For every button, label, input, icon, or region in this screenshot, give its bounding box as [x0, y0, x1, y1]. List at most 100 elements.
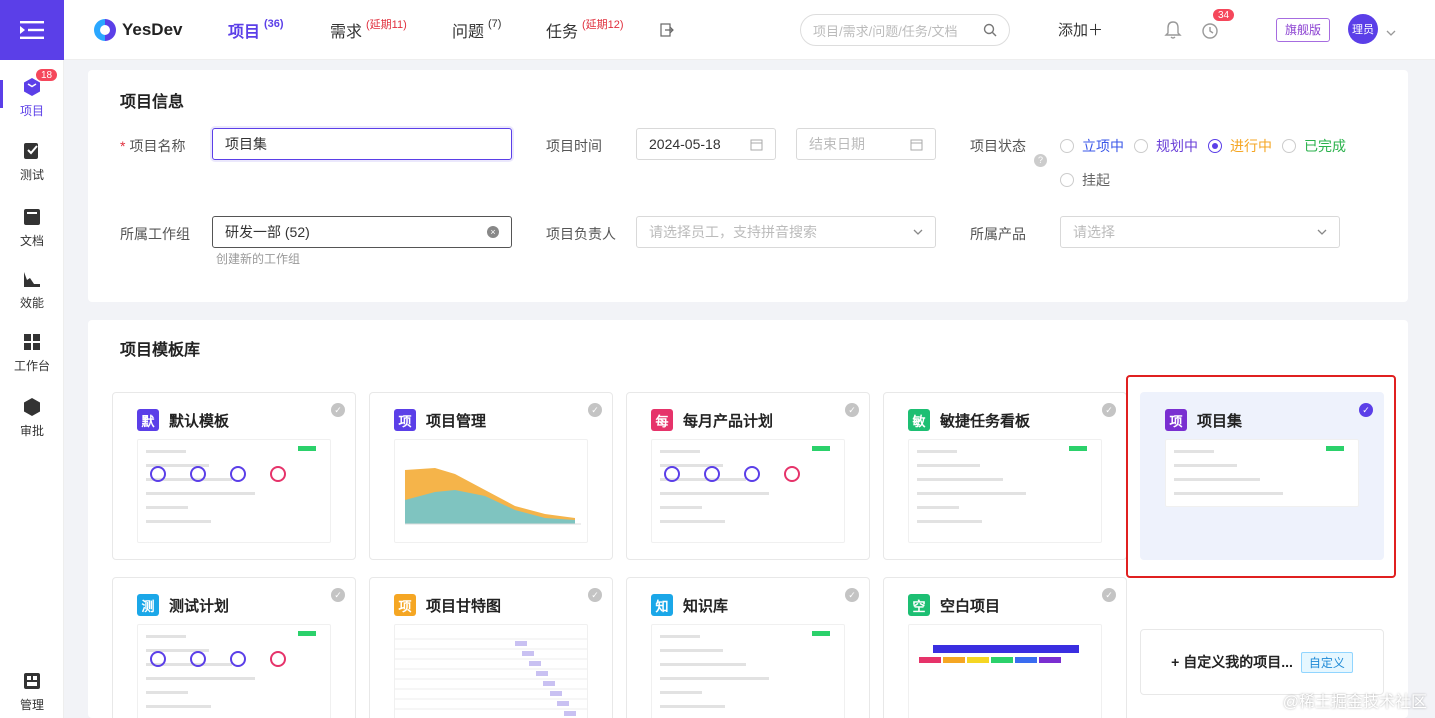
- template-icon: 敏: [908, 409, 930, 431]
- check-icon: ✓: [1102, 403, 1116, 417]
- template-card[interactable]: 项项目管理 ✓: [369, 392, 613, 560]
- template-card-header: 项项目管理: [394, 409, 486, 431]
- cube-icon: 18: [21, 68, 59, 98]
- radio-dot: [1282, 139, 1296, 153]
- custom-template-label: + 自定义我的项目...: [1171, 654, 1293, 670]
- status-radio-suspended[interactable]: 挂起: [1060, 170, 1110, 190]
- selection-highlight: [1126, 375, 1396, 578]
- sidebar-item-test[interactable]: 测试: [0, 140, 64, 183]
- template-preview-image: [651, 624, 845, 718]
- template-card-header: 项项目甘特图: [394, 594, 501, 616]
- template-preview-image: [908, 624, 1102, 718]
- nav-task[interactable]: 任务 (延期12): [546, 0, 624, 60]
- manage-icon: [21, 670, 43, 692]
- menu-icon: [20, 21, 44, 39]
- avatar[interactable]: 理员: [1348, 14, 1378, 44]
- search-placeholder: 项目/需求/问题/任务/文档: [813, 23, 958, 39]
- check-icon: ✓: [845, 403, 859, 417]
- template-icon: 每: [651, 409, 673, 431]
- logo-text: YesDev: [122, 20, 183, 39]
- template-preview-image: [137, 624, 331, 718]
- nav-count: (延期12): [582, 19, 624, 31]
- radio-label: 规划中: [1156, 138, 1198, 154]
- template-name: 项目管理: [426, 412, 487, 430]
- template-card-header: 敏敏捷任务看板: [908, 409, 1030, 431]
- help-icon[interactable]: ?: [1034, 154, 1047, 167]
- edition-badge[interactable]: 旗舰版: [1276, 18, 1331, 42]
- exit-icon[interactable]: [660, 23, 674, 40]
- template-name: 敏捷任务看板: [940, 412, 1031, 430]
- calendar-icon: [910, 139, 923, 150]
- alarm-badge: 34: [1212, 8, 1236, 22]
- nav-project[interactable]: 项目 (36): [228, 0, 284, 60]
- alarm-clock-icon[interactable]: 34: [1200, 8, 1236, 43]
- work-group-select[interactable]: 研发一部 (52) ×: [212, 216, 512, 248]
- radio-dot: [1208, 139, 1222, 153]
- watermark: @稀土掘金技术社区: [1282, 694, 1427, 711]
- template-card[interactable]: 空空白项目 ✓: [883, 577, 1127, 718]
- template-card-header: 测测试计划: [137, 594, 229, 616]
- test-icon: [21, 140, 43, 162]
- create-work-group-link[interactable]: 创建新的工作组: [216, 250, 300, 267]
- product-select[interactable]: 请选择: [1060, 216, 1340, 248]
- chevron-down-icon[interactable]: [1386, 24, 1396, 40]
- bell-icon[interactable]: [1164, 20, 1182, 43]
- nav-label: 任务: [546, 24, 579, 41]
- sidebar-item-label: 效能: [19, 296, 44, 310]
- status-radio-planning[interactable]: 规划中: [1134, 136, 1198, 156]
- sidebar-item-docs[interactable]: 文档: [0, 206, 64, 249]
- nav-issue[interactable]: 问题 (7): [452, 0, 501, 60]
- template-card[interactable]: 项项目甘特图 ✓: [369, 577, 613, 718]
- end-date-input[interactable]: 结束日期: [796, 128, 936, 160]
- owner-select[interactable]: 请选择员工，支持拼音搜索: [636, 216, 936, 248]
- check-icon: ✓: [588, 403, 602, 417]
- start-date-input[interactable]: 2024-05-18: [636, 128, 776, 160]
- nav-requirement[interactable]: 需求 (延期11): [330, 0, 407, 60]
- template-card[interactable]: 知知识库 ✓: [626, 577, 870, 718]
- radio-dot: [1060, 173, 1074, 187]
- sidebar-item-label: 审批: [19, 424, 44, 438]
- sidebar-item-project[interactable]: 18 项目: [0, 68, 64, 119]
- template-preview-image: [394, 439, 588, 543]
- status-radio-completed[interactable]: 已完成: [1282, 136, 1346, 156]
- status-radio-initiating[interactable]: 立项中: [1060, 136, 1124, 156]
- template-icon: 知: [651, 594, 673, 616]
- project-name-input[interactable]: 项目集: [212, 128, 512, 160]
- radio-dot: [1060, 139, 1074, 153]
- sidebar-item-workbench[interactable]: 工作台: [0, 331, 64, 374]
- template-card[interactable]: 敏敏捷任务看板 ✓: [883, 392, 1127, 560]
- workbench-icon: [21, 331, 43, 353]
- template-icon: 项: [394, 594, 416, 616]
- end-date-placeholder: 结束日期: [809, 136, 865, 152]
- sidebar-item-approval[interactable]: 审批: [0, 396, 64, 439]
- product-label: 所属产品: [970, 226, 1026, 242]
- template-card[interactable]: 默默认模板 ✓: [112, 392, 356, 560]
- section-title: 项目模板库: [120, 342, 201, 359]
- template-card-header: 默默认模板: [137, 409, 229, 431]
- add-button[interactable]: 添加＋: [1058, 19, 1103, 40]
- sidebar-item-label: 工作台: [13, 359, 50, 373]
- custom-template-button[interactable]: + 自定义我的项目... 自定义: [1140, 629, 1384, 695]
- sidebar-item-label: 测试: [19, 168, 44, 182]
- app-logo[interactable]: YesDev: [94, 19, 183, 41]
- nav-label: 项目: [228, 24, 261, 41]
- clear-icon[interactable]: ×: [487, 226, 499, 238]
- sidebar-item-manage[interactable]: 管理: [0, 670, 64, 713]
- logo-icon: [94, 19, 116, 41]
- owner-label: 项目负责人: [546, 226, 616, 242]
- template-icon: 项: [394, 409, 416, 431]
- template-card-header: 每每月产品计划: [651, 409, 773, 431]
- status-radio-in-progress[interactable]: 进行中: [1208, 136, 1272, 156]
- search-input[interactable]: 项目/需求/问题/任务/文档: [800, 14, 1010, 46]
- template-card-header: 空空白项目: [908, 594, 1000, 616]
- nav-label: 需求: [330, 24, 363, 41]
- template-preview-image: [908, 439, 1102, 543]
- work-group-value: 研发一部 (52): [225, 224, 310, 240]
- menu-toggle-button[interactable]: [0, 0, 64, 60]
- template-card-header: 知知识库: [651, 594, 728, 616]
- template-card[interactable]: 测测试计划 ✓: [112, 577, 356, 718]
- check-icon: ✓: [588, 588, 602, 602]
- template-card[interactable]: 每每月产品计划 ✓: [626, 392, 870, 560]
- sidebar-item-efficiency[interactable]: 效能: [0, 268, 64, 311]
- owner-placeholder: 请选择员工，支持拼音搜索: [649, 224, 817, 240]
